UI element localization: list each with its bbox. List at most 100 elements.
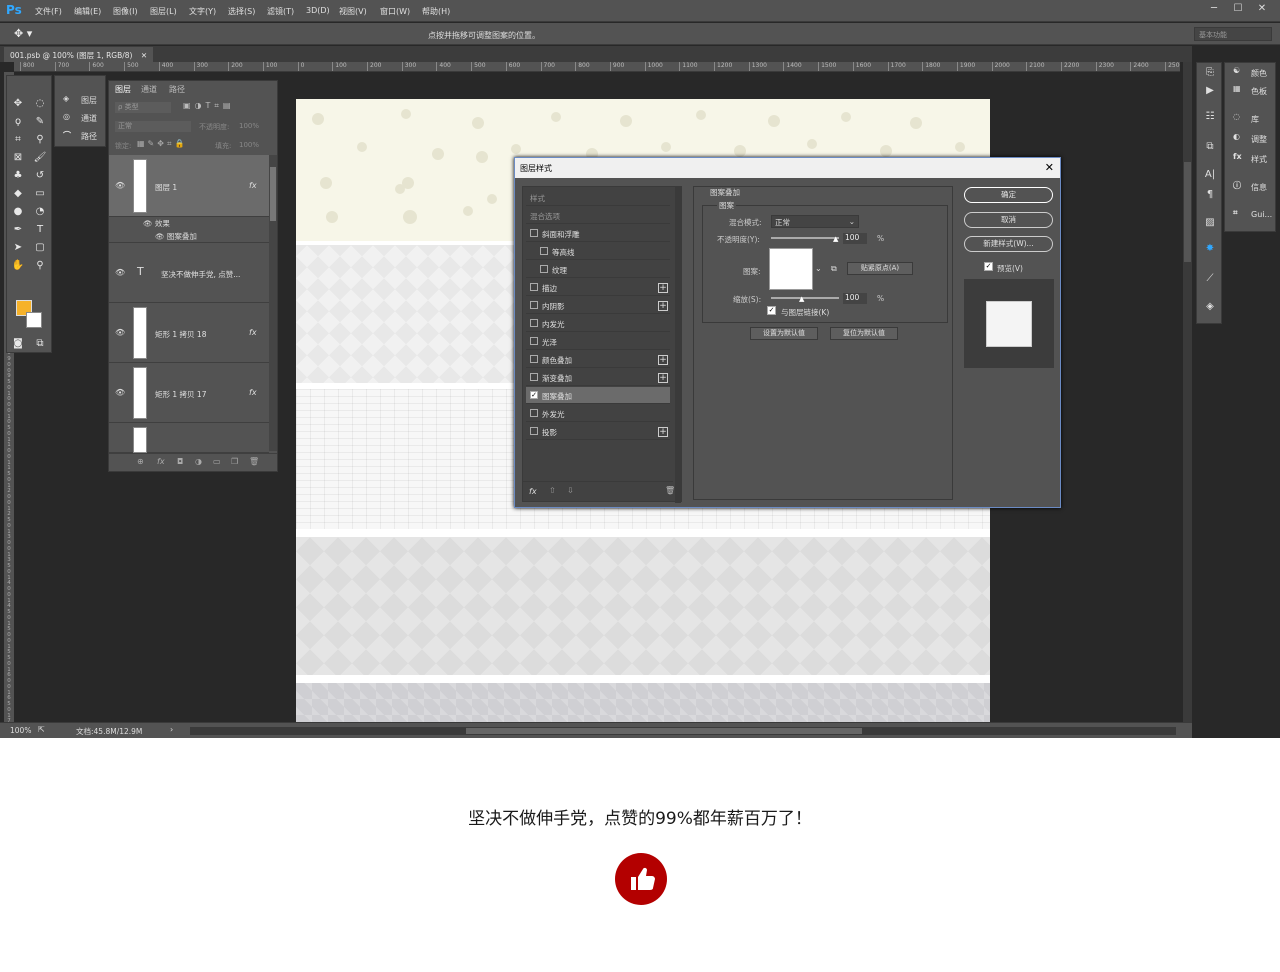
- pattern-picker-chevron-icon[interactable]: ⌄: [815, 264, 822, 273]
- add-mask-icon[interactable]: ◘: [177, 457, 183, 466]
- cancel-button[interactable]: 取消: [964, 212, 1053, 228]
- maximize-icon[interactable]: ☐: [1230, 3, 1246, 17]
- effect-pattern-overlay[interactable]: 👁 图案叠加: [155, 231, 197, 242]
- menu-window[interactable]: 窗口(W): [380, 6, 410, 17]
- measure-icon[interactable]: ⟋: [1202, 273, 1218, 287]
- horizontal-scroll-thumb[interactable]: [466, 728, 862, 734]
- menu-image[interactable]: 图像(I): [113, 6, 138, 17]
- move-icon[interactable]: ✥: [9, 96, 27, 111]
- trash-icon[interactable]: 🗑: [249, 457, 259, 466]
- gradient-icon[interactable]: ▭: [31, 186, 49, 201]
- adjustment-icon[interactable]: ◑: [195, 457, 202, 466]
- eraser-icon[interactable]: ◆: [9, 186, 27, 201]
- reset-default-button[interactable]: 复位为默认值: [830, 327, 898, 340]
- visibility-eye-icon[interactable]: 👁: [115, 181, 125, 190]
- layer-row[interactable]: 👁 图层 1 fx: [109, 155, 269, 217]
- add-effect-icon[interactable]: +: [658, 373, 668, 383]
- navigator-icon[interactable]: ▨: [1202, 217, 1218, 231]
- panel-guides[interactable]: ⌗ Gui...: [1229, 207, 1275, 223]
- tab-layers[interactable]: 图层: [115, 84, 131, 95]
- quick-mask-icon[interactable]: ◙: [9, 336, 27, 351]
- menu-layer[interactable]: 图层(L): [150, 6, 177, 17]
- scale-slider-handle[interactable]: ▲: [799, 295, 804, 303]
- menu-type[interactable]: 文字(Y): [189, 6, 216, 17]
- set-default-button[interactable]: 设置为默认值: [750, 327, 818, 340]
- layer-blend-select[interactable]: 正常: [115, 121, 191, 132]
- panel-swatches[interactable]: ▦ 色板: [1229, 83, 1275, 99]
- filter-icons[interactable]: ▣◑T⌗▤: [183, 101, 235, 111]
- style-item[interactable]: 描边 +: [526, 279, 670, 296]
- style-checkbox[interactable]: ✓: [530, 391, 538, 399]
- style-checkbox[interactable]: [530, 301, 538, 309]
- zoom-icon[interactable]: ⚲: [31, 258, 49, 273]
- history-icon[interactable]: ⎘: [1202, 67, 1218, 81]
- style-checkbox[interactable]: [530, 409, 538, 417]
- actions-icon[interactable]: ▶: [1202, 85, 1218, 99]
- style-item[interactable]: 内发光: [526, 315, 670, 332]
- style-item[interactable]: 渐变叠加 +: [526, 369, 670, 386]
- libraries-icon[interactable]: ✸: [1202, 243, 1218, 257]
- zoom-level[interactable]: 100%: [10, 726, 31, 735]
- add-effect-icon[interactable]: +: [658, 427, 668, 437]
- layer-row[interactable]: 👁 矩形 1 拷贝 17 fx: [109, 363, 269, 423]
- style-item[interactable]: 内阴影 +: [526, 297, 670, 314]
- lasso-icon[interactable]: ϙ: [9, 114, 27, 129]
- pattern-swatch[interactable]: [769, 248, 813, 290]
- character-icon[interactable]: A|: [1202, 169, 1218, 183]
- menu-edit[interactable]: 编辑(E): [74, 6, 101, 17]
- healing-icon[interactable]: ⊠: [9, 150, 27, 165]
- layers-stack-icon[interactable]: ◈: [1202, 301, 1218, 315]
- workspace-select[interactable]: 基本功能: [1194, 27, 1272, 41]
- mini-channels[interactable]: ◎ 通道: [59, 110, 105, 126]
- menu-file[interactable]: 文件(F): [35, 6, 62, 17]
- screen-mode-icon[interactable]: ⧉: [31, 336, 49, 351]
- status-menu-chevron-icon[interactable]: ›: [170, 725, 173, 734]
- layers-scroll-thumb[interactable]: [270, 167, 276, 221]
- style-checkbox[interactable]: [530, 373, 538, 381]
- style-item[interactable]: 混合选项: [526, 207, 670, 224]
- canvas-horizontal-scrollbar[interactable]: [190, 727, 1176, 735]
- visibility-eye-icon[interactable]: 👁: [115, 328, 125, 337]
- scale-input[interactable]: 100: [843, 293, 867, 304]
- style-checkbox[interactable]: [530, 283, 538, 291]
- panel-info[interactable]: ⓘ 信息: [1229, 179, 1275, 195]
- panel-adjustments[interactable]: ◐ 调整: [1229, 131, 1275, 147]
- move-tool-icon[interactable]: ✥ ▾: [14, 27, 36, 41]
- tab-paths[interactable]: 路径: [169, 84, 185, 95]
- panel-styles[interactable]: fx 样式: [1229, 151, 1275, 167]
- mini-paths[interactable]: ⌒ 路径: [59, 128, 105, 144]
- canvas-vertical-scrollbar[interactable]: [1183, 62, 1192, 722]
- layer-filter-select[interactable]: ρ 类型: [115, 102, 171, 113]
- layer-row[interactable]: 👁 矩形 1 拷贝 18 fx: [109, 303, 269, 363]
- like-button[interactable]: [615, 853, 667, 905]
- dodge-icon[interactable]: ◔: [31, 204, 49, 219]
- history-brush-icon[interactable]: ↺: [31, 168, 49, 183]
- marquee-icon[interactable]: ◌: [31, 96, 49, 111]
- layer-fx-icon[interactable]: fx: [249, 388, 257, 397]
- lock-icons[interactable]: ▦✎✥⌗🔒: [137, 139, 187, 149]
- layers-scrollbar[interactable]: [269, 155, 277, 451]
- mini-layers[interactable]: ◈ 图层: [59, 92, 105, 108]
- style-checkbox[interactable]: [530, 355, 538, 363]
- menu-3d[interactable]: 3D(D): [306, 6, 330, 15]
- new-style-button[interactable]: 新建样式(W)...: [964, 236, 1053, 252]
- blend-mode-select[interactable]: 正常 ⌄: [771, 215, 859, 228]
- panel-libraries[interactable]: ◌ 库: [1229, 111, 1275, 127]
- scale-slider-track[interactable]: [771, 297, 839, 299]
- ok-button[interactable]: 确定: [964, 187, 1053, 203]
- style-item[interactable]: 斜面和浮雕: [526, 225, 670, 242]
- style-item[interactable]: 等高线: [526, 243, 670, 260]
- properties-icon[interactable]: ☷: [1202, 111, 1218, 125]
- visibility-eye-icon[interactable]: 👁: [115, 388, 125, 397]
- background-color-swatch[interactable]: [26, 312, 42, 328]
- shape-icon[interactable]: ▢: [31, 240, 49, 255]
- fx-menu-icon[interactable]: fx: [529, 487, 537, 496]
- layer-fx-icon[interactable]: fx: [249, 181, 257, 190]
- eyedropper-icon[interactable]: ⚲: [31, 132, 49, 147]
- new-preset-icon[interactable]: ⧉: [831, 264, 837, 274]
- share-icon[interactable]: ⇱: [38, 725, 45, 734]
- add-effect-icon[interactable]: +: [658, 301, 668, 311]
- style-item[interactable]: 样式: [526, 189, 670, 206]
- link-with-layer-checkbox[interactable]: ✓: [767, 306, 776, 315]
- style-item[interactable]: 颜色叠加 +: [526, 351, 670, 368]
